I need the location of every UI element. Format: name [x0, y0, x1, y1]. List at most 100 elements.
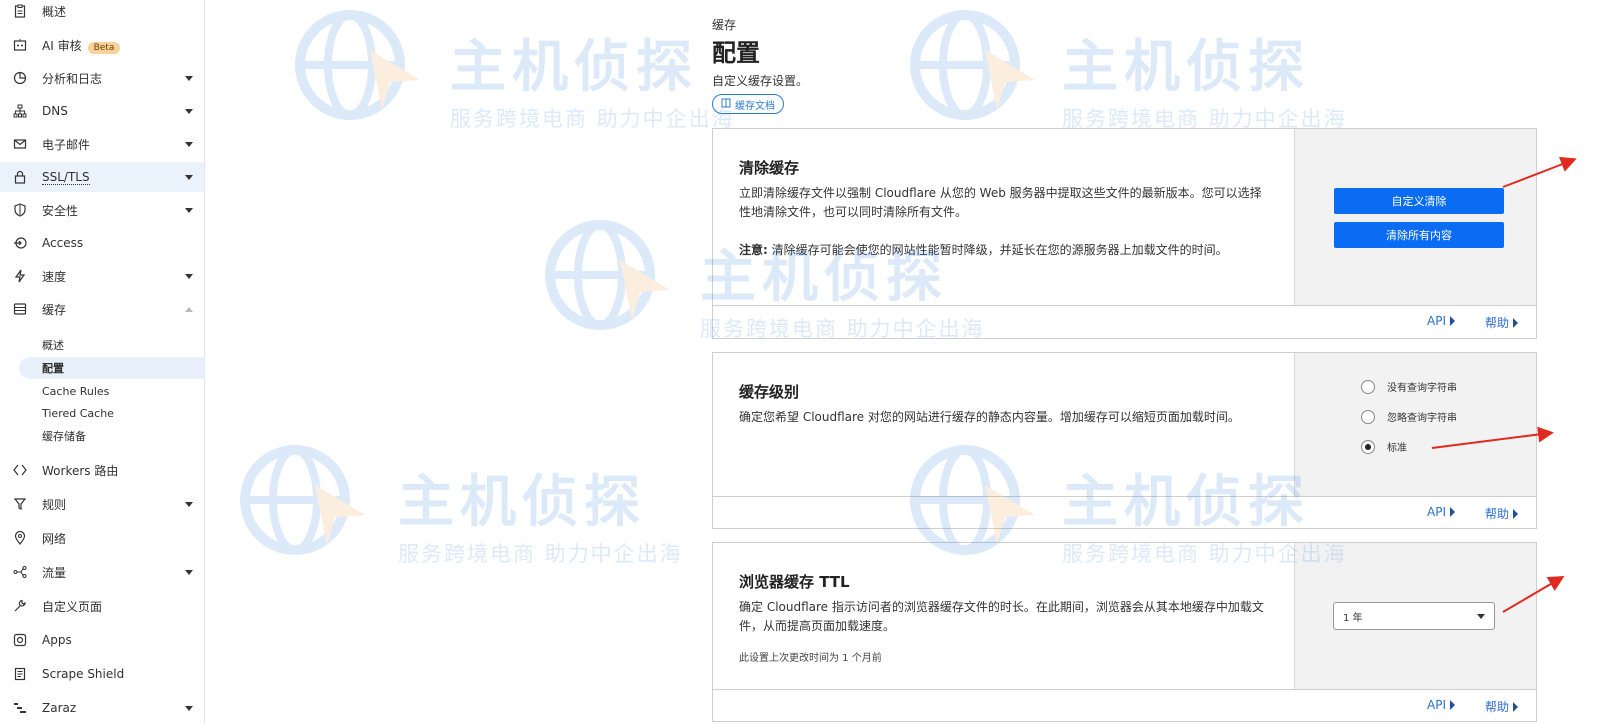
api-link[interactable]: API	[1427, 698, 1455, 712]
chevron-down-icon	[185, 705, 193, 711]
radio-label: 没有查询字符串	[1387, 383, 1457, 394]
cache-docs-label: 缓存文档	[735, 100, 775, 112]
watermark-text: 主机侦探	[1062, 35, 1310, 100]
caret-right-icon	[1449, 316, 1455, 326]
radio-ignore-query-string[interactable]: 忽略查询字符串	[1361, 409, 1457, 424]
sidebar-item-email[interactable]: 电子邮件	[0, 129, 204, 159]
chart-icon	[12, 70, 28, 86]
workers-icon	[12, 462, 28, 478]
watermark-globe-icon	[545, 220, 670, 330]
sidebar-item-label: Scrape Shield	[42, 667, 125, 681]
purge-actions-panel: 自定义清除 清除所有内容	[1294, 129, 1536, 305]
cache-icon	[12, 301, 28, 317]
sidebar-item-traffic[interactable]: 流量	[0, 557, 204, 587]
sidebar-subitem-tiered-cache[interactable]: Tiered Cache	[42, 403, 114, 423]
api-link-label: API	[1427, 698, 1446, 712]
sidebar-item-apps[interactable]: Apps	[0, 625, 204, 655]
chevron-down-icon	[185, 569, 193, 575]
help-link-label: 帮助	[1485, 700, 1510, 714]
caret-right-icon	[1449, 700, 1455, 710]
card-footer: API 帮助	[713, 305, 1536, 337]
cache-level-title: 缓存级别	[739, 383, 800, 401]
watermark: 主机侦探 服务跨境电商 助力中企出海	[450, 22, 735, 133]
sidebar-item-ai-review[interactable]: AI 审核 Beta	[0, 30, 204, 60]
chevron-down-icon	[185, 174, 193, 180]
ttl-select-value: 1 年	[1343, 612, 1363, 624]
sidebar-item-label: 网络	[42, 531, 67, 546]
browser-ttl-card: 浏览器缓存 TTL 确定 Cloudflare 指示访问者的浏览器缓存文件的时长…	[712, 542, 1537, 722]
watermark: 主机侦探 服务跨境电商 助力中企出海	[398, 457, 683, 568]
sidebar-subitem-configuration[interactable]: 配置	[42, 358, 64, 378]
sidebar-item-label: 概述	[42, 4, 67, 19]
access-icon	[12, 235, 28, 251]
chevron-down-icon	[185, 501, 193, 507]
sidebar-item-overview[interactable]: 概述	[0, 0, 204, 26]
cache-level-card: 缓存级别 确定您希望 Cloudflare 对您的网站进行缓存的静态内容量。增加…	[712, 352, 1537, 529]
sidebar-item-security[interactable]: 安全性	[0, 195, 204, 225]
api-link-label: API	[1427, 505, 1446, 519]
page-description: 自定义缓存设置。	[712, 74, 809, 88]
sidebar-subitem-cache-reserve[interactable]: 缓存储备	[42, 426, 86, 446]
sidebar-item-network[interactable]: 网络	[0, 523, 204, 553]
network-icon	[12, 103, 28, 119]
watermark-text: 主机侦探	[450, 35, 698, 100]
help-link[interactable]: 帮助	[1485, 505, 1519, 522]
radio-standard[interactable]: 标准	[1361, 439, 1407, 454]
caret-right-icon	[1513, 508, 1519, 519]
cache-docs-link[interactable]: 缓存文档	[712, 94, 784, 114]
purge-everything-button[interactable]: 清除所有内容	[1334, 222, 1504, 248]
purge-cache-title: 清除缓存	[739, 159, 800, 177]
sidebar-item-workers-routes[interactable]: Workers 路由	[0, 455, 204, 485]
radio-button[interactable]	[1361, 379, 1375, 394]
ttl-select[interactable]: 1 年	[1333, 602, 1495, 630]
browser-ttl-description: 确定 Cloudflare 指示访问者的浏览器缓存文件的时长。在此期间，浏览器会…	[739, 600, 1264, 633]
radio-no-query-string[interactable]: 没有查询字符串	[1361, 379, 1457, 394]
radio-button-selected[interactable]	[1361, 439, 1375, 454]
purge-cache-card: 清除缓存 立即清除缓存文件以强制 Cloudflare 从您的 Web 服务器中…	[712, 128, 1537, 339]
sidebar-item-dns[interactable]: DNS	[0, 96, 204, 126]
sidebar-item-label: 缓存	[42, 302, 67, 317]
sidebar-item-rules[interactable]: 规则	[0, 489, 204, 519]
radio-button[interactable]	[1361, 409, 1375, 424]
sidebar-item-label: 电子邮件	[42, 137, 91, 152]
purge-cache-note: 注意: 清除缓存可能会使您的网站性能暂时降级，并延长在您的源服务器上加载文件的时…	[739, 241, 1269, 260]
sidebar-item-ssl-tls[interactable]: SSL/TLS	[0, 162, 204, 192]
breadcrumb: 缓存	[712, 18, 737, 32]
watermark	[905, 10, 1045, 124]
sidebar-item-custom-pages[interactable]: 自定义页面	[0, 591, 204, 621]
note-text: 清除缓存可能会使您的网站性能暂时降级，并延长在您的源服务器上加载文件的时间。	[767, 243, 1228, 257]
sidebar-subitem-cache-rules[interactable]: Cache Rules	[42, 381, 109, 401]
sidebar-item-scrape-shield[interactable]: Scrape Shield	[0, 659, 204, 689]
api-link[interactable]: API	[1427, 314, 1455, 328]
api-link[interactable]: API	[1427, 505, 1455, 519]
sidebar-subitem-cache-overview[interactable]: 概述	[42, 335, 64, 355]
help-link[interactable]: 帮助	[1485, 314, 1519, 331]
page-title: 配置	[712, 39, 760, 67]
sidebar-item-label: 速度	[42, 269, 67, 284]
sidebar-item-cache[interactable]: 缓存	[0, 294, 204, 324]
card-footer: API 帮助	[713, 496, 1536, 528]
sidebar-item-label: Zaraz	[42, 701, 77, 715]
watermark-text: 主机侦探	[398, 470, 646, 535]
book-icon	[721, 98, 731, 111]
sidebar-item-label: Workers 路由	[42, 463, 119, 478]
chevron-down-icon	[1477, 614, 1485, 619]
sidebar-item-label: Access	[42, 236, 84, 250]
custom-purge-button[interactable]: 自定义清除	[1334, 188, 1504, 214]
chevron-up-icon	[185, 306, 193, 312]
sidebar-item-label: 分析和日志	[42, 71, 103, 86]
sidebar-item-speed[interactable]: 速度	[0, 261, 204, 291]
help-link[interactable]: 帮助	[1485, 698, 1519, 715]
rules-icon	[12, 496, 28, 512]
sidebar-item-analytics[interactable]: 分析和日志	[0, 63, 204, 93]
watermark: 主机侦探 服务跨境电商 助力中企出海	[1062, 22, 1347, 133]
watermark-globe-icon	[910, 10, 1035, 120]
sidebar-item-zaraz[interactable]: Zaraz	[0, 693, 204, 723]
sidebar-item-label: 流量	[42, 565, 67, 580]
shield-icon	[12, 202, 28, 218]
watermark-subtext: 服务跨境电商 助力中企出海	[450, 107, 735, 131]
sidebar-item-label: DNS	[42, 104, 68, 118]
sidebar-item-access[interactable]: Access	[0, 228, 204, 258]
location-pin-icon	[12, 530, 28, 546]
lightning-icon	[12, 268, 28, 284]
